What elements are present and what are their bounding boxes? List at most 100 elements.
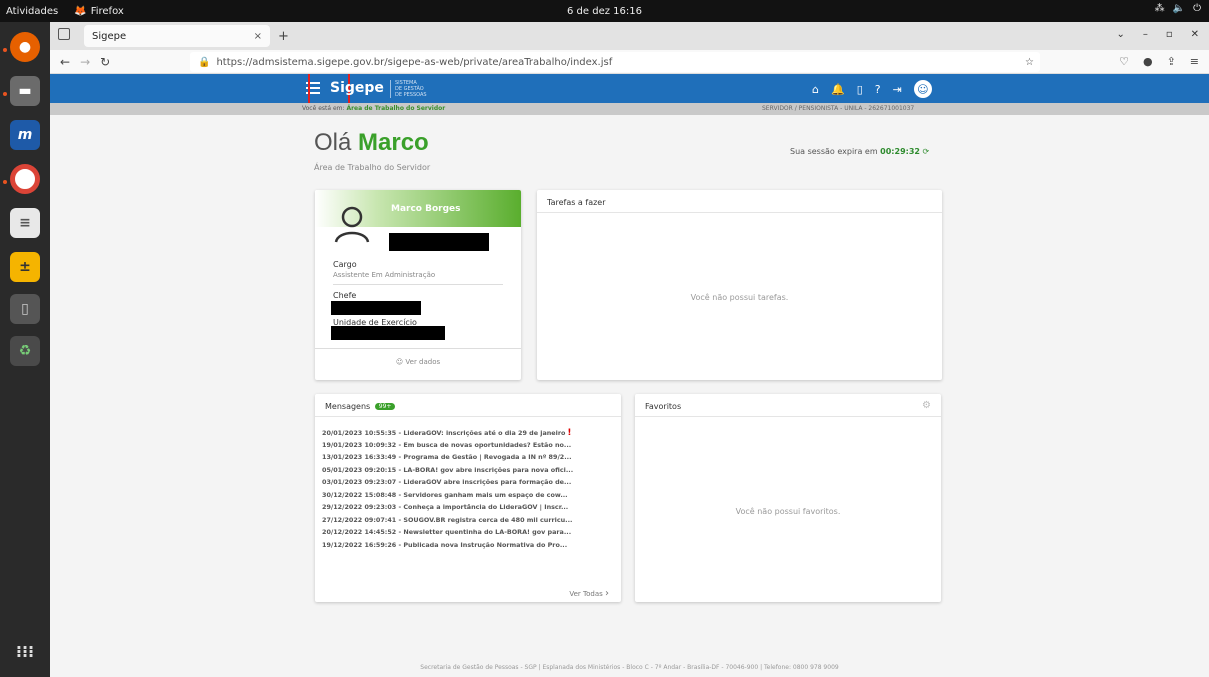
- ver-dados-link[interactable]: ☺ Ver dados: [315, 358, 521, 366]
- storage-icon[interactable]: ▯: [10, 294, 40, 324]
- header-icons: ⌂ 🔔 ▯ ? ⇥ ☺: [812, 80, 932, 98]
- message-item[interactable]: 27/12/2022 09:07:41 - SOUGOV.BR registra…: [322, 516, 573, 529]
- url-text[interactable]: https://admsistema.sigepe.gov.br/sigepe-…: [216, 57, 612, 68]
- divider: [315, 416, 621, 417]
- message-item[interactable]: 19/12/2022 16:59:26 - Publicada nova Ins…: [322, 541, 573, 554]
- tarefas-card: Tarefas a fazer Você não possui tarefas.: [537, 190, 942, 380]
- maximize-icon[interactable]: ▫: [1166, 29, 1173, 40]
- app-grid-icon[interactable]: ⁝⁝⁝: [10, 636, 40, 666]
- mensagens-title: Mensagens 99+: [325, 402, 396, 411]
- chrome-icon[interactable]: [10, 164, 40, 194]
- page-footer: Secretaria de Gestão de Pessoas - SGP | …: [420, 664, 839, 671]
- breadcrumb-bar: Você está em: Área de Trabalho do Servid…: [50, 103, 1209, 115]
- servidor-info[interactable]: SERVIDOR / PENSIONISTA - UNILA - 2626710…: [762, 105, 914, 112]
- profile-card: Marco Borges Cargo Assistente Em Adminis…: [315, 190, 521, 380]
- clock[interactable]: 6 de dez 16:16: [0, 6, 1209, 17]
- user-avatar-icon[interactable]: ☺: [913, 80, 932, 98]
- logout-icon[interactable]: ⇥: [893, 83, 902, 96]
- redacted-block: [389, 233, 489, 251]
- system-tray[interactable]: ⁂ 🔈 ⏻: [1155, 3, 1201, 14]
- message-item[interactable]: 19/01/2023 10:09:32 - Em busca de novas …: [322, 441, 573, 454]
- tab-sigepe[interactable]: Sigepe ×: [84, 25, 270, 47]
- bookmark-icon[interactable]: ▯: [857, 83, 863, 96]
- pocket-icon[interactable]: ♡: [1119, 55, 1129, 68]
- logo-subtitle: SISTEMA DE GESTÃO DE PESSOAS: [390, 80, 427, 98]
- toolbar-right: ♡ ● ⇪ ≡: [1119, 55, 1199, 68]
- ver-todas-link[interactable]: Ver Todas ›: [569, 588, 609, 599]
- volume-icon: 🔈: [1172, 3, 1186, 14]
- close-icon[interactable]: ✕: [1191, 29, 1199, 40]
- m-app-icon[interactable]: m: [10, 120, 40, 150]
- help-icon[interactable]: ?: [875, 83, 881, 96]
- window-controls: ⌄ – ▫ ✕: [1116, 29, 1199, 40]
- user-outline-icon: ☺: [395, 358, 404, 366]
- notification-bell-icon[interactable]: 🔔: [831, 83, 845, 96]
- chefe-label: Chefe: [333, 291, 357, 300]
- redacted-block: [331, 326, 445, 340]
- back-icon[interactable]: ←: [60, 55, 70, 69]
- gear-icon[interactable]: ⚙: [922, 400, 931, 411]
- app-menu[interactable]: 🦊 Firefox: [74, 6, 124, 17]
- mensagens-card: Mensagens 99+ 20/01/2023 10:55:35 - Lide…: [315, 394, 621, 602]
- forward-icon[interactable]: →: [80, 55, 90, 69]
- session-timer: Sua sessão expira em 00:29:32 ⟳: [790, 147, 930, 156]
- message-item[interactable]: 30/12/2022 15:08:48 - Servidores ganham …: [322, 491, 573, 504]
- tab-title: Sigepe: [92, 30, 127, 42]
- account-icon[interactable]: ●: [1143, 55, 1153, 68]
- document-viewer-icon[interactable]: ≡: [10, 208, 40, 238]
- app-name: Firefox: [90, 5, 124, 17]
- greeting-subtitle: Área de Trabalho do Servidor: [314, 163, 431, 172]
- message-item[interactable]: 13/01/2023 16:33:49 - Programa de Gestão…: [322, 453, 573, 466]
- menu-icon[interactable]: ≡: [1190, 55, 1199, 68]
- dock: ● ▬ m ≡ ± ▯ ♻ ⁝⁝⁝: [0, 22, 50, 677]
- message-item[interactable]: 20/01/2023 10:55:35 - LideraGOV: inscriç…: [322, 428, 573, 441]
- browser-window: Sigepe × + ⌄ – ▫ ✕ ← → ↻ 🔒 https://admsi…: [50, 22, 1209, 677]
- bookmark-star-icon[interactable]: ☆: [1025, 57, 1034, 68]
- activities-button[interactable]: Atividades: [0, 6, 66, 17]
- message-item[interactable]: 29/12/2022 09:23:03 - Conheça a importân…: [322, 503, 573, 516]
- network-icon: ⁂: [1154, 3, 1165, 14]
- new-tab-button[interactable]: +: [278, 29, 289, 44]
- tab-list-icon[interactable]: [58, 28, 70, 40]
- chevron-right-icon: ›: [605, 588, 609, 599]
- mensagens-list: 20/01/2023 10:55:35 - LideraGOV: inscriç…: [322, 428, 573, 553]
- url-bar[interactable]: 🔒 https://admsistema.sigepe.gov.br/sigep…: [190, 52, 1040, 72]
- calculator-icon[interactable]: ±: [10, 252, 40, 282]
- mensagens-count-badge: 99+: [374, 403, 396, 410]
- web-page: Sigepe SISTEMA DE GESTÃO DE PESSOAS ⌂ 🔔 ▯ …: [50, 74, 1209, 677]
- tab-overflow-icon[interactable]: ⌄: [1116, 29, 1124, 40]
- trash-icon[interactable]: ♻: [10, 336, 40, 366]
- running-indicator: [3, 48, 7, 52]
- message-item[interactable]: 20/12/2022 14:45:52 - Newsletter quentin…: [322, 528, 573, 541]
- divider: [635, 416, 941, 417]
- minimize-icon[interactable]: –: [1143, 29, 1148, 40]
- favoritos-title: Favoritos: [645, 402, 682, 411]
- extensions-icon[interactable]: ⇪: [1167, 55, 1176, 68]
- tab-bar: Sigepe × + ⌄ – ▫ ✕: [50, 22, 1209, 50]
- sigepe-logo[interactable]: Sigepe: [330, 80, 384, 96]
- divider: [537, 212, 942, 213]
- files-icon[interactable]: ▬: [10, 76, 40, 106]
- greeting: Olá Marco: [314, 129, 429, 156]
- power-icon: ⏻: [1193, 3, 1201, 14]
- profile-name: Marco Borges: [391, 204, 461, 214]
- tarefas-empty: Você não possui tarefas.: [690, 293, 789, 302]
- lock-icon[interactable]: 🔒: [198, 57, 210, 68]
- favoritos-empty: Você não possui favoritos.: [735, 507, 841, 516]
- favoritos-card: Favoritos ⚙ Você não possui favoritos.: [635, 394, 941, 602]
- refresh-session-icon[interactable]: ⟳: [923, 147, 930, 156]
- cargo-value: Assistente Em Administração: [333, 271, 436, 279]
- running-indicator: [3, 92, 7, 96]
- reload-icon[interactable]: ↻: [100, 55, 110, 69]
- home-icon[interactable]: ⌂: [812, 83, 819, 96]
- breadcrumb-current[interactable]: Área de Trabalho do Servidor: [346, 105, 445, 112]
- cargo-label: Cargo: [333, 260, 357, 269]
- important-icon: !: [567, 428, 572, 438]
- tab-close-icon[interactable]: ×: [254, 31, 262, 42]
- redacted-block: [331, 301, 421, 315]
- breadcrumb: Você está em: Área de Trabalho do Servid…: [302, 105, 446, 112]
- running-indicator: [3, 180, 7, 184]
- firefox-icon[interactable]: ●: [10, 32, 40, 62]
- message-item[interactable]: 05/01/2023 09:20:15 - LA-BORA! gov abre …: [322, 466, 573, 479]
- message-item[interactable]: 03/01/2023 09:23:07 - LideraGOV abre ins…: [322, 478, 573, 491]
